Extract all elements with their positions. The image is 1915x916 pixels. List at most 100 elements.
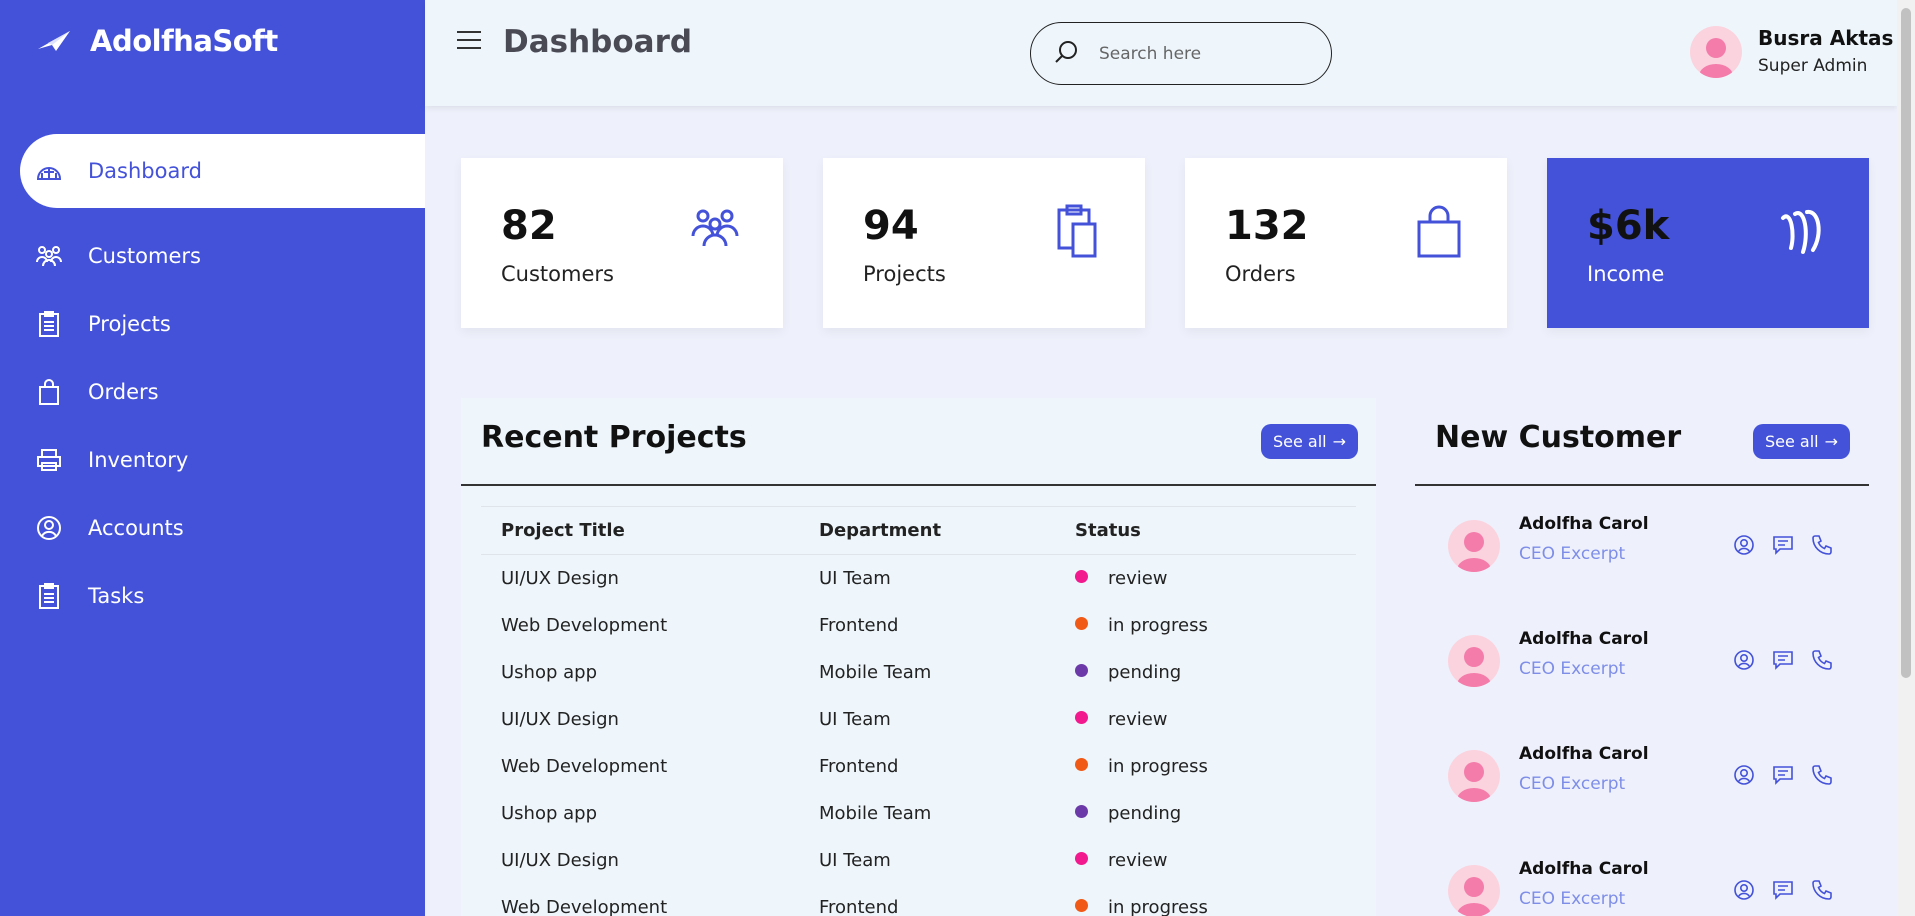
profile-icon[interactable] — [1733, 649, 1757, 673]
brand[interactable]: AdolfhaSoft — [36, 24, 278, 58]
status-cell: review — [1075, 837, 1356, 884]
status-cell: in progress — [1075, 743, 1356, 790]
table-row[interactable]: Web Development Frontend in progress — [481, 743, 1356, 790]
sidebar-item-label: Dashboard — [88, 159, 202, 183]
status-dot — [1075, 852, 1088, 865]
customer-name: Adolfha Carol — [1519, 629, 1649, 649]
profile-icon[interactable] — [1733, 879, 1757, 903]
message-icon[interactable] — [1772, 764, 1796, 788]
stat-value: $6k — [1587, 203, 1670, 249]
table-row[interactable]: Web Development Frontend in progress — [481, 602, 1356, 649]
section-title: New Customer — [1435, 420, 1682, 455]
stat-card-income[interactable]: $6k Income — [1547, 158, 1869, 328]
avatar[interactable] — [1448, 750, 1500, 802]
topbar: Dashboard Busra Aktas Super Admin — [425, 0, 1897, 106]
see-all-label: See all — [1765, 432, 1819, 451]
message-icon[interactable] — [1772, 879, 1796, 903]
customer-list-item[interactable]: Adolfha Carol CEO Excerpt — [1415, 617, 1869, 707]
sidebar-item-orders[interactable]: Orders — [0, 358, 425, 426]
divider — [1415, 484, 1869, 486]
department-cell: Mobile Team — [819, 802, 932, 824]
table-row[interactable]: UI/UX Design UI Team review — [481, 696, 1356, 743]
table-row[interactable]: UI/UX Design UI Team review — [481, 837, 1356, 884]
sidebar: AdolfhaSoft Dashboard Customers Projects… — [0, 0, 425, 916]
sidebar-item-dashboard[interactable]: Dashboard — [20, 134, 425, 208]
project-title-cell: Web Development — [501, 614, 668, 636]
sidebar-item-projects[interactable]: Projects — [0, 290, 425, 358]
sidebar-nav: Dashboard Customers Projects Orders Inve… — [0, 134, 425, 630]
table-row[interactable]: Ushop app Mobile Team pending — [481, 649, 1356, 696]
search-input[interactable] — [1099, 43, 1309, 64]
see-all-button[interactable]: See all → — [1261, 424, 1359, 459]
message-icon[interactable] — [1772, 649, 1796, 673]
brand-name: AdolfhaSoft — [90, 24, 278, 58]
scrollbar[interactable] — [1897, 0, 1915, 916]
avatar[interactable] — [1690, 26, 1742, 78]
project-title-cell: UI/UX Design — [501, 708, 619, 730]
status-cell: in progress — [1075, 602, 1356, 649]
phone-icon[interactable] — [1811, 534, 1835, 558]
phone-icon[interactable] — [1811, 879, 1835, 903]
menu-icon[interactable] — [455, 28, 483, 56]
customer-list-item[interactable]: Adolfha Carol CEO Excerpt — [1415, 502, 1869, 592]
stat-card-projects[interactable]: 94 Projects — [823, 158, 1145, 328]
table-header-row: Project Title Department Status — [481, 506, 1356, 555]
status-cell: in progress — [1075, 884, 1356, 916]
status-cell: pending — [1075, 649, 1356, 696]
see-all-button[interactable]: See all → — [1753, 424, 1851, 459]
department-cell: Frontend — [819, 614, 899, 636]
phone-icon[interactable] — [1811, 649, 1835, 673]
user-role: Super Admin — [1758, 56, 1868, 76]
status-text: in progress — [1108, 896, 1208, 916]
stat-label: Orders — [1225, 262, 1296, 286]
printer-icon — [34, 445, 64, 475]
status-dot — [1075, 617, 1088, 630]
stat-card-orders[interactable]: 132 Orders — [1185, 158, 1507, 328]
table-row[interactable]: Ushop app Mobile Team pending — [481, 790, 1356, 837]
department-cell: Mobile Team — [819, 661, 932, 683]
status-text: review — [1108, 708, 1168, 730]
customer-list-item[interactable]: Adolfha Carol CEO Excerpt — [1415, 847, 1869, 916]
status-text: pending — [1108, 661, 1182, 683]
profile-icon[interactable] — [1733, 764, 1757, 788]
sidebar-item-label: Orders — [88, 380, 159, 404]
sidebar-item-accounts[interactable]: Accounts — [0, 494, 425, 562]
profile-icon[interactable] — [1733, 534, 1757, 558]
phone-icon[interactable] — [1811, 764, 1835, 788]
sidebar-item-label: Inventory — [88, 448, 189, 472]
status-text: review — [1108, 849, 1168, 871]
recent-projects-panel: Recent Projects See all → Project Title … — [461, 398, 1376, 916]
scrollbar-thumb[interactable] — [1901, 8, 1911, 678]
avatar[interactable] — [1448, 635, 1500, 687]
search-box[interactable] — [1030, 22, 1332, 85]
stat-label: Income — [1587, 262, 1665, 286]
department-cell: Frontend — [819, 755, 899, 777]
stat-card-customers[interactable]: 82 Customers — [461, 158, 783, 328]
avatar[interactable] — [1448, 520, 1500, 572]
page-title: Dashboard — [503, 24, 693, 60]
department-cell: UI Team — [819, 567, 891, 589]
avatar[interactable] — [1448, 865, 1500, 916]
clipboard-icon — [1049, 204, 1105, 260]
message-icon[interactable] — [1772, 534, 1796, 558]
sidebar-item-label: Accounts — [88, 516, 184, 540]
customer-role: CEO Excerpt — [1519, 659, 1626, 679]
table-row[interactable]: UI/UX Design UI Team review — [481, 555, 1356, 602]
sidebar-item-inventory[interactable]: Inventory — [0, 426, 425, 494]
stat-value: 94 — [863, 203, 919, 249]
table-row[interactable]: Web Development Frontend in progress — [481, 884, 1356, 916]
projects-table: Project Title Department Status UI/UX De… — [481, 506, 1356, 916]
sidebar-item-tasks[interactable]: Tasks — [0, 562, 425, 630]
stat-value: 132 — [1225, 203, 1309, 249]
customer-role: CEO Excerpt — [1519, 544, 1626, 564]
project-title-cell: UI/UX Design — [501, 567, 619, 589]
user-profile[interactable]: Busra Aktas Super Admin — [1690, 26, 1893, 78]
status-dot — [1075, 570, 1088, 584]
status-text: in progress — [1108, 755, 1208, 777]
sidebar-item-customers[interactable]: Customers — [0, 222, 425, 290]
customer-list-item[interactable]: Adolfha Carol CEO Excerpt — [1415, 732, 1869, 822]
search-icon — [1053, 39, 1079, 69]
status-dot — [1075, 664, 1088, 677]
status-dot — [1075, 899, 1088, 912]
new-customer-panel: New Customer See all → Adolfha Carol CEO … — [1415, 398, 1869, 916]
